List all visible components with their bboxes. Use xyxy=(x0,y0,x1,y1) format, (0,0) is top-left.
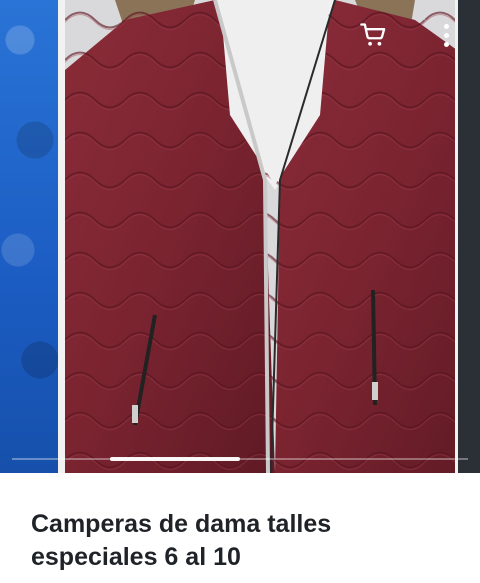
carousel-track xyxy=(12,458,468,460)
carousel-image-burgundy-jacket[interactable] xyxy=(65,0,455,473)
shopping-cart-icon[interactable] xyxy=(356,18,390,52)
carousel-image-black-jacket[interactable] xyxy=(458,0,480,473)
image-carousel[interactable] xyxy=(0,0,480,473)
more-vertical-icon[interactable] xyxy=(436,20,456,50)
carousel-position-indicator xyxy=(110,457,240,461)
more-dot xyxy=(443,23,449,29)
burgundy-jacket-image xyxy=(65,0,455,473)
product-title: Camperas de dama talles especiales 6 al … xyxy=(31,510,332,571)
blue-jacket-texture xyxy=(0,0,58,473)
more-dot xyxy=(443,41,449,47)
more-dot xyxy=(443,32,449,38)
carousel-image-blue-jacket[interactable] xyxy=(0,0,58,473)
